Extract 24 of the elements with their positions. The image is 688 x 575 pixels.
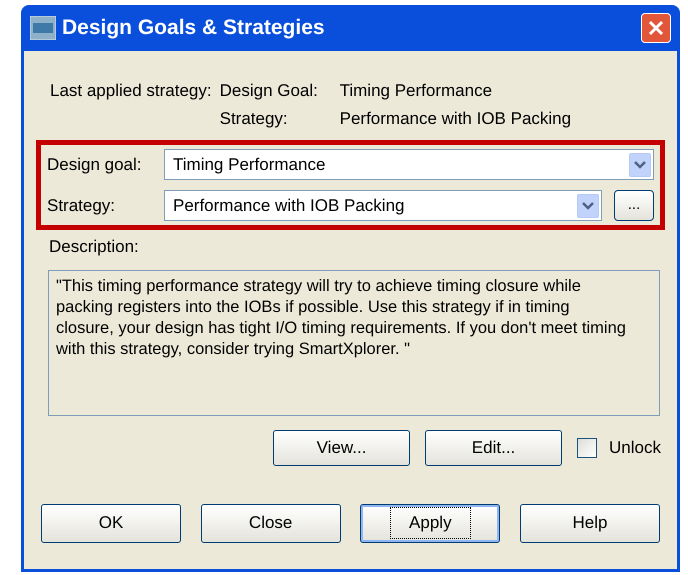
description-box: "This timing performance strategy will try to achieve timing closure while packing registers into the IOBs if possible. Use this strategy if in timing closure, your design has tight I/O timing requirements. If you don't meet timing with this strategy, consider trying SmartXplorer. " — [48, 270, 660, 416]
action-button[interactable]: Edit... — [425, 430, 562, 466]
dialog-button[interactable]: Apply — [360, 504, 500, 542]
goal-label: Design Goal: — [220, 80, 319, 102]
goal-value: Timing Performance — [340, 80, 494, 102]
dialog-button[interactable]: OK — [41, 504, 181, 542]
dialog-button[interactable]: Close — [200, 504, 341, 542]
strategy-dropdown[interactable]: Performance with IOB Packing — [164, 190, 602, 221]
action-button[interactable]: View... — [273, 430, 410, 466]
unlock-label: Unlock — [609, 436, 661, 459]
description-label: Description: — [49, 236, 140, 258]
app-logo-icon — [30, 16, 56, 40]
close-button[interactable] — [641, 13, 671, 43]
dialog-button[interactable]: Help — [520, 504, 660, 542]
window-title: Design Goals & Strategies — [62, 15, 326, 42]
design-goal-label: Design goal: — [47, 154, 143, 176]
design-goal-dropdown[interactable]: Timing Performance — [164, 149, 654, 180]
strategy-label: Strategy: — [47, 194, 116, 217]
browse-button[interactable]: ... — [614, 190, 654, 221]
strategy-value: Performance with IOB Packing — [340, 108, 572, 130]
strategy-label: Strategy: — [220, 108, 289, 130]
close-icon — [647, 19, 665, 37]
unlock-checkbox[interactable] — [577, 438, 598, 458]
last-applied-label: Last applied strategy: — [50, 80, 212, 102]
